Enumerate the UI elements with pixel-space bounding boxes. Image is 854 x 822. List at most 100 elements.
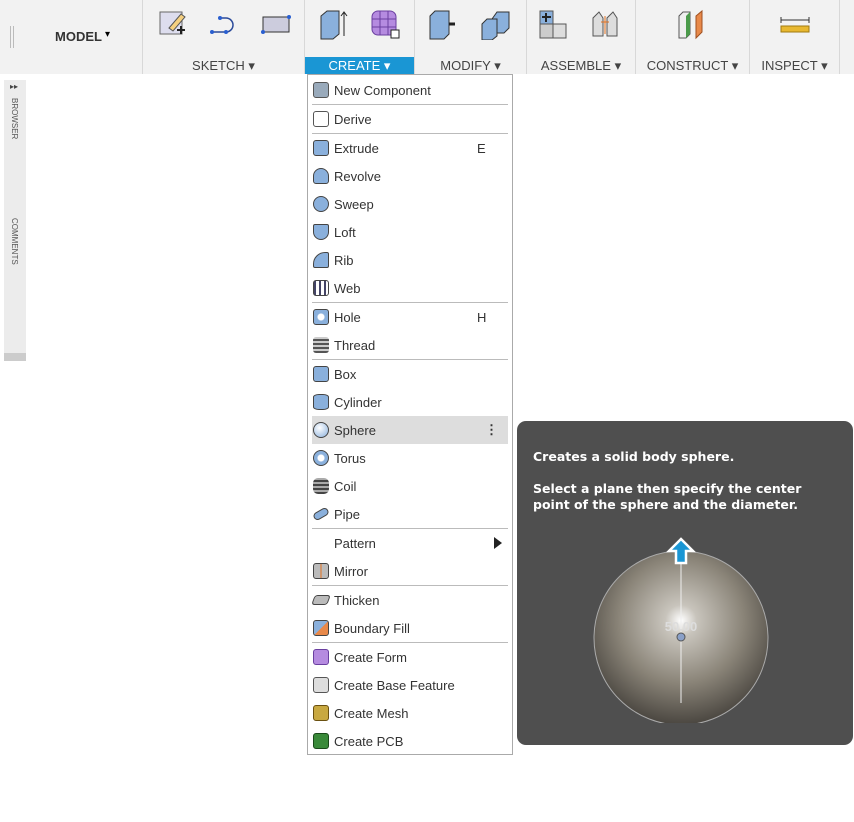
create-label: CREATE [328,58,381,73]
menu-item-boundary-fill[interactable]: Boundary Fill [312,614,508,642]
derive-icon [313,111,329,127]
inspect-menu-button[interactable]: INSPECT ▾ [750,57,839,74]
menu-item-label: New Component [334,82,431,98]
menu-item-coil[interactable]: Coil [312,472,508,500]
menu-item-label: Coil [334,478,357,494]
chevron-down-icon: ▾ [614,58,622,73]
menu-item-label: Create PCB [334,733,404,749]
cylinder-icon [313,394,329,410]
extrude-icon [313,140,329,156]
sketch-label: SKETCH [192,58,245,73]
menu-item-label: Derive [334,111,372,127]
sweep-icon [313,196,329,212]
construct-group: CONSTRUCT ▾ [636,0,750,74]
create-sketch-icon[interactable] [157,8,189,40]
chevron-down-icon: ▾ [105,29,111,40]
menu-item-label: Thread [334,337,376,353]
create-menu-button[interactable]: CREATE ▾ [305,57,414,74]
hole-icon [313,309,329,325]
chevron-down-icon: ▾ [383,58,391,73]
menu-item-mirror[interactable]: Mirror [312,557,508,585]
panel-footer [4,353,26,361]
extrude-icon[interactable] [317,8,349,40]
loft-icon [313,224,329,240]
sphere-tooltip: Creates a solid body sphere. Select a pl… [517,421,853,745]
menu-item-label: Torus [334,450,366,466]
menu-item-web[interactable]: Web [312,274,508,302]
diameter-value: 50.00 [665,619,698,634]
assemble-menu-button[interactable]: ASSEMBLE ▾ [527,57,635,74]
create-form-icon[interactable] [369,8,401,40]
menu-item-thicken[interactable]: Thicken [311,586,508,614]
menu-item-pattern[interactable]: Pattern [312,529,508,557]
mirror-icon [313,563,329,579]
menu-item-label: Box [334,366,357,382]
chevron-down-icon: ▾ [731,58,739,73]
menu-item-sphere[interactable]: Sphere ⋮ [312,416,508,444]
more-options-icon[interactable]: ⋮ [485,422,498,438]
torus-icon [313,450,329,466]
new-component-icon[interactable] [537,8,569,40]
menu-item-label: Pattern [334,535,376,551]
shortcut-label: E [477,140,486,156]
new-component-icon [313,82,329,98]
workspace-label: MODEL [55,29,102,44]
menu-item-label: Rib [334,252,354,268]
sphere-preview-image: 50.00 [593,537,769,723]
tooltip-description: Select a plane then specify the center p… [533,481,802,512]
menu-item-cylinder[interactable]: Cylinder [312,388,508,416]
menu-item-create-base-feature[interactable]: Create Base Feature [312,671,508,699]
create-dropdown-menu: New Component Derive Extrude E Revolve Sw… [307,74,513,755]
expand-icon[interactable]: ▸▸ [10,82,18,91]
menu-item-rib[interactable]: Rib [312,246,508,274]
menu-item-label: Boundary Fill [334,620,410,636]
construct-menu-button[interactable]: CONSTRUCT ▾ [636,57,749,74]
assemble-label: ASSEMBLE [540,58,611,73]
menu-item-thread[interactable]: Thread [312,331,508,359]
line-icon[interactable] [208,8,240,40]
menu-item-create-form[interactable]: Create Form [312,643,508,671]
press-pull-icon[interactable] [427,8,459,40]
modify-menu-button[interactable]: MODIFY ▾ [415,57,526,74]
workspace-switcher[interactable]: MODEL ▾ [0,0,143,74]
menu-item-torus[interactable]: Torus [312,444,508,472]
thicken-icon [311,595,331,605]
side-panel: ▸▸ BROWSER COMMENTS [4,80,26,361]
rectangle-icon[interactable] [260,8,292,40]
menu-item-revolve[interactable]: Revolve [312,162,508,190]
menu-item-label: Loft [334,224,356,240]
joint-icon[interactable] [589,8,621,40]
chevron-down-icon: ▾ [248,58,255,73]
menu-item-sweep[interactable]: Sweep [312,190,508,218]
menu-item-label: Web [334,280,361,296]
menu-item-create-mesh[interactable]: Create Mesh [312,699,508,727]
fillet-icon[interactable] [479,8,511,40]
web-icon [313,280,329,296]
chevron-down-icon: ▾ [494,58,501,73]
menu-item-create-pcb[interactable]: Create PCB [312,727,508,755]
menu-item-label: Sweep [334,196,374,212]
menu-item-new-component[interactable]: New Component [312,76,508,104]
menu-item-hole[interactable]: Hole H [312,303,508,331]
menu-item-label: Create Form [334,649,407,665]
menu-item-label: Hole [334,309,361,325]
menu-item-label: Pipe [334,506,361,522]
toolbar: MODEL ▾ SKETCH ▾ CREATE ▾ MODIFY ▾ ASSEM… [0,0,854,74]
coil-icon [313,478,329,494]
menu-item-loft[interactable]: Loft [312,218,508,246]
revolve-icon [313,168,329,184]
offset-plane-icon[interactable] [676,8,708,40]
comments-tab[interactable]: COMMENTS [10,218,19,265]
browser-tab[interactable]: BROWSER [10,98,19,139]
pattern-icon [313,535,329,551]
menu-item-derive[interactable]: Derive [312,105,508,133]
menu-item-pipe[interactable]: Pipe [312,500,508,528]
menu-item-extrude[interactable]: Extrude E [312,134,508,162]
measure-icon[interactable] [779,8,811,40]
pipe-icon [312,506,330,522]
menu-item-label: Sphere [334,422,376,438]
menu-item-label: Thicken [334,592,380,608]
sketch-group: SKETCH ▾ [143,0,305,74]
sketch-menu-button[interactable]: SKETCH ▾ [143,57,304,74]
menu-item-box[interactable]: Box [312,360,508,388]
